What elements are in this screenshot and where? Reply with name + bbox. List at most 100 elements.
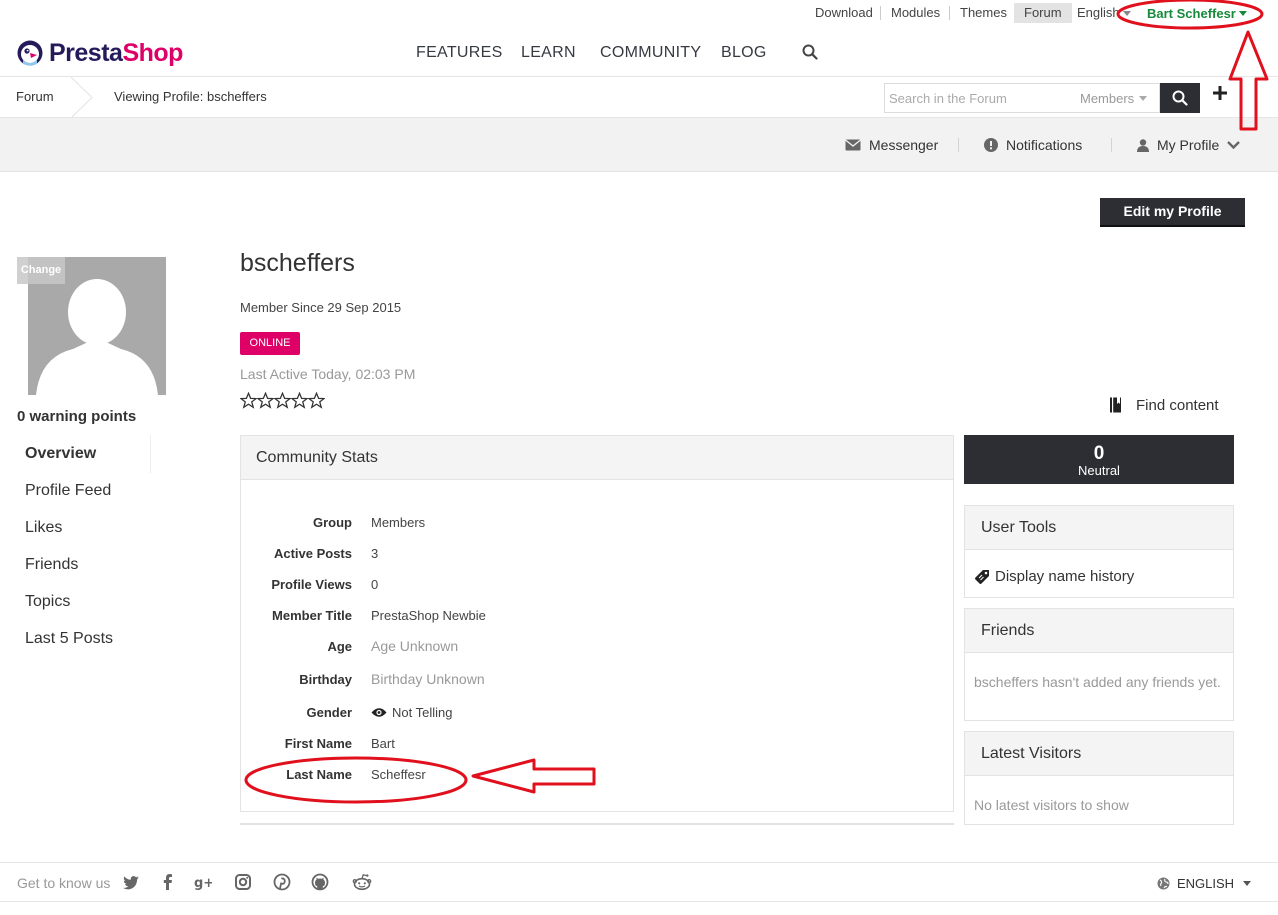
footer: Get to know us g+ ENGLISH — [0, 862, 1278, 902]
friends-widget: Friends bscheffers hasn't added any frie… — [964, 608, 1234, 721]
stat-label-age: Age — [327, 639, 352, 654]
reputation-badge: 0 Neutral — [964, 435, 1234, 484]
footer-language-select[interactable]: ENGLISH — [1157, 875, 1258, 891]
side-nav-likes[interactable]: Likes — [25, 519, 151, 537]
stat-value-first-name: Bart — [371, 736, 395, 751]
profile-username: bscheffers — [240, 249, 355, 277]
star-icon — [291, 392, 308, 409]
star-icon — [257, 392, 274, 409]
member-since: Member Since 29 Sep 2015 — [240, 300, 402, 315]
edit-profile-button[interactable]: Edit my Profile — [1100, 198, 1245, 227]
star-icon — [308, 392, 325, 409]
stat-value-group: Members — [371, 515, 426, 530]
divider — [958, 138, 959, 152]
gender-text: Not Telling — [392, 705, 453, 720]
stat-label-member-title: Member Title — [272, 608, 352, 623]
envelope-icon — [845, 139, 861, 151]
user-menu[interactable]: Bart Scheffesr — [1147, 3, 1247, 23]
search-submit-button[interactable] — [1160, 83, 1200, 113]
forum-search: Members — [884, 83, 1160, 113]
reputation-value: 0 — [1093, 443, 1105, 464]
forum-link[interactable]: Forum — [1014, 3, 1072, 23]
nav-community[interactable]: COMMUNITY — [600, 44, 701, 64]
footer-get-to-know-us: Get to know us — [17, 875, 111, 891]
my-profile-menu[interactable]: My Profile — [1137, 136, 1241, 154]
alert-circle-icon — [984, 138, 998, 152]
stat-value-member-title: PrestaShop Newbie — [371, 608, 486, 623]
latest-visitors-empty-text: No latest visitors to show — [974, 797, 1129, 813]
create-plus-button[interactable] — [1212, 85, 1228, 101]
stat-value-active-posts: 3 — [371, 546, 379, 561]
breadcrumb-forum[interactable]: Forum — [16, 89, 54, 104]
twitter-icon[interactable] — [122, 873, 140, 891]
latest-visitors-widget: Latest Visitors No latest visitors to sh… — [964, 731, 1234, 825]
nav-features[interactable]: FEATURES — [416, 44, 503, 64]
community-stats-panel: Community Stats Group Members Active Pos… — [240, 435, 954, 812]
search-icon — [802, 44, 818, 60]
stat-label-active-posts: Active Posts — [273, 546, 352, 561]
nav-blog[interactable]: BLOG — [721, 44, 767, 64]
svg-text:g+: g+ — [194, 876, 212, 891]
find-content-label: Find content — [1136, 396, 1219, 414]
star-icon — [274, 392, 291, 409]
stat-value-gender: Not Telling — [371, 705, 452, 720]
stat-value-last-name: Scheffesr — [371, 767, 426, 782]
stat-label-last-name: Last Name — [286, 767, 352, 782]
active-tab-indicator — [150, 435, 151, 473]
community-stats-title: Community Stats — [241, 436, 953, 480]
my-profile-label: My Profile — [1157, 137, 1220, 153]
stat-value-profile-views: 0 — [371, 577, 379, 592]
messenger-link[interactable]: Messenger — [845, 136, 938, 154]
stat-label-gender: Gender — [306, 705, 352, 720]
divider — [880, 6, 881, 20]
user-tools-title: User Tools — [965, 506, 1233, 550]
instagram-icon[interactable] — [234, 873, 252, 891]
notifications-label: Notifications — [1006, 137, 1083, 153]
nav-learn[interactable]: LEARN — [521, 44, 576, 64]
breadcrumb-separator — [70, 77, 93, 118]
puffin-logo-icon — [17, 40, 43, 66]
reddit-icon[interactable] — [352, 873, 372, 891]
change-avatar-button[interactable]: Change — [17, 257, 65, 284]
footer-language-label: ENGLISH — [1177, 875, 1235, 891]
github-icon[interactable] — [311, 873, 329, 891]
pinterest-icon[interactable] — [273, 873, 291, 891]
side-nav-last-5-posts[interactable]: Last 5 Posts — [25, 630, 151, 648]
user-bar: Messenger Notifications My Profile — [0, 118, 1278, 172]
friends-empty-text: bscheffers hasn't added any friends yet. — [974, 674, 1221, 690]
side-nav-overview[interactable]: Overview — [25, 445, 151, 463]
last-active: Last Active Today, 02:03 PM — [240, 366, 416, 382]
themes-link[interactable]: Themes — [960, 3, 1007, 23]
side-nav-profile-feed[interactable]: Profile Feed — [25, 482, 151, 500]
facebook-icon[interactable] — [159, 873, 177, 891]
display-name-history-link[interactable]: Display name history — [974, 567, 1224, 586]
breadcrumb-current: Viewing Profile: bscheffers — [114, 89, 267, 104]
breadcrumb-bar: Forum Viewing Profile: bscheffers Member… — [0, 76, 1278, 118]
online-status-badge: ONLINE — [240, 332, 300, 355]
brand-name: PrestaShop — [49, 39, 183, 68]
book-icon — [1110, 397, 1121, 413]
eye-icon — [371, 708, 387, 717]
reputation-label: Neutral — [1078, 463, 1120, 478]
caret-down-icon — [1243, 880, 1252, 886]
search-scope-label: Members — [1080, 91, 1135, 106]
modules-link[interactable]: Modules — [891, 3, 940, 23]
language-link[interactable]: English — [1077, 3, 1120, 23]
warning-points: 0 warning points — [17, 408, 137, 425]
notifications-link[interactable]: Notifications — [984, 136, 1082, 154]
user-tools-widget: User Tools Display name history — [964, 505, 1234, 598]
side-nav-friends[interactable]: Friends — [25, 556, 151, 574]
google-plus-icon[interactable]: g+ — [194, 873, 212, 891]
globe-icon — [1157, 877, 1170, 889]
nav-search-button[interactable] — [802, 44, 818, 60]
side-nav-topics[interactable]: Topics — [25, 593, 151, 611]
stat-label-birthday: Birthday — [299, 672, 352, 687]
find-content-link[interactable]: Find content — [1109, 396, 1219, 414]
prestashop-logo[interactable]: PrestaShop — [17, 38, 183, 68]
download-link[interactable]: Download — [815, 3, 873, 23]
search-input[interactable] — [885, 84, 1060, 112]
user-name: Bart Scheffesr — [1147, 5, 1236, 21]
stat-label-first-name: First Name — [284, 736, 352, 751]
search-scope-select[interactable]: Members — [1080, 91, 1148, 106]
star-icon — [240, 392, 257, 409]
